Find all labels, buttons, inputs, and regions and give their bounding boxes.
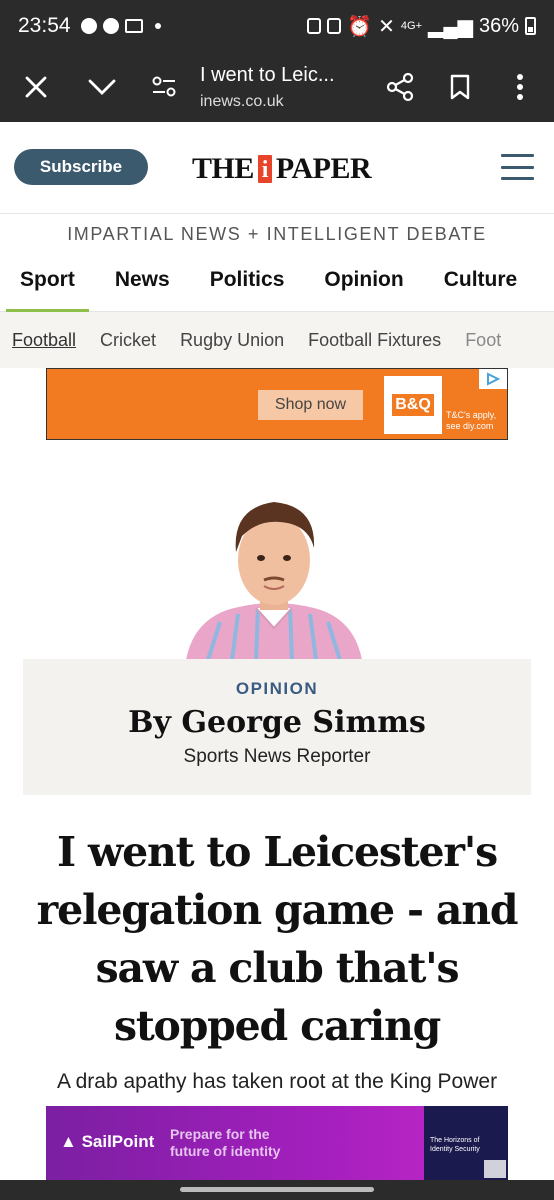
site-tagline: IMPARTIAL NEWS + INTELLIGENT DEBATE <box>67 224 487 244</box>
ad-brand-text: SailPoint <box>81 1132 155 1151</box>
menu-icon[interactable] <box>501 154 534 180</box>
status-bar: 23:54 ⏰ ✕ 4G+ ▂▄▆ 36% <box>0 0 554 52</box>
author-role: Sports News Reporter <box>183 746 371 767</box>
ad-copy-line1: Prepare for the <box>170 1126 270 1142</box>
article-headline: I went to Leicester's relegation game - … <box>20 823 534 1055</box>
adchoices-icon[interactable] <box>479 369 507 389</box>
logo-text-paper: PAPER <box>275 152 372 185</box>
advert-banner[interactable]: Shop now B&Q T&C's apply, see diy.com <box>46 368 508 440</box>
url-bar[interactable]: I went to Leic... inews.co.uk <box>194 64 370 111</box>
clock: 23:54 <box>18 14 71 37</box>
sim-icon <box>307 18 322 34</box>
nav-item-news[interactable]: News <box>115 258 170 312</box>
notification-icon <box>80 18 97 34</box>
headline-line: I went to Leicester's <box>56 828 498 876</box>
subnav-item-rugby-union[interactable]: Rugby Union <box>180 330 284 351</box>
ad-terms: T&C's apply, see diy.com <box>446 410 496 432</box>
section-label[interactable]: OPINION <box>23 679 531 699</box>
system-icons: ⏰ ✕ 4G+ ▂▄▆ 36% <box>307 14 536 39</box>
bookmark-icon[interactable] <box>430 57 490 117</box>
site-logo[interactable]: THE i PAPER <box>192 152 372 186</box>
network-type: 4G+ <box>400 20 423 32</box>
headline-line: saw a club that's <box>95 944 460 992</box>
site-settings-icon[interactable] <box>134 57 194 117</box>
nav-item-culture[interactable]: Culture <box>444 258 518 312</box>
article-standfirst: A drab apathy has taken root at the King… <box>56 1070 498 1093</box>
subnav-item-football[interactable]: Football <box>12 330 76 351</box>
notification-icons <box>80 18 161 34</box>
sub-nav: Football Cricket Rugby Union Football Fi… <box>0 312 554 368</box>
ad-copy-line2: future of identity <box>170 1143 281 1159</box>
ad-terms-line1: T&C's apply, <box>446 410 497 420</box>
ad-copy: Prepare for the future of identity <box>170 1126 280 1160</box>
system-nav-bar <box>0 1180 554 1200</box>
headline-line: relegation game - and <box>36 886 519 934</box>
battery-percent: 36% <box>478 14 519 37</box>
ad-brand-text: B&Q <box>392 394 434 416</box>
logo-i: i <box>257 155 272 183</box>
nav-item-politics[interactable]: Politics <box>210 258 285 312</box>
sailpoint-icon: ▲ <box>60 1132 77 1151</box>
ad-book-title-line2: Identity Security <box>430 1146 480 1153</box>
site-header: Subscribe THE i PAPER <box>0 122 554 214</box>
nav-item-opinion[interactable]: Opinion <box>324 258 403 312</box>
author-byline[interactable]: By George Simms <box>23 705 531 740</box>
ad-brand-logo: B&Q <box>384 376 442 434</box>
spotify-icon <box>102 18 119 34</box>
ad-book-title-line1: The Horizons of <box>430 1137 480 1144</box>
ad-terms-line2: see diy.com <box>446 421 494 431</box>
subscribe-button[interactable]: Subscribe <box>14 149 148 185</box>
adchoices-icon[interactable] <box>484 1160 506 1178</box>
headline-line: stopped caring <box>113 1002 441 1050</box>
logo-text-the: THE <box>192 152 254 185</box>
battery-icon <box>525 17 536 35</box>
nav-item-sport[interactable]: Sport <box>6 258 89 313</box>
page-host: inews.co.uk <box>200 92 284 110</box>
signal-icon: ▂▄▆ <box>428 15 473 38</box>
main-nav: Sport News Politics Opinion Culture <box>0 258 554 313</box>
more-options-icon[interactable] <box>490 57 550 117</box>
alarm-icon: ⏰ <box>347 15 373 38</box>
advert-bottom[interactable]: ▲ SailPoint Prepare for the future of id… <box>46 1106 508 1180</box>
page-title: I went to Leic... <box>200 63 335 86</box>
chevron-down-icon[interactable] <box>72 57 132 117</box>
ad-cta-button[interactable]: Shop now <box>258 390 363 420</box>
browser-toolbar: I went to Leic... inews.co.uk <box>0 52 554 122</box>
mute-icon: ✕ <box>378 15 395 38</box>
share-icon[interactable] <box>370 57 430 117</box>
ad-brand-logo: ▲ SailPoint <box>60 1132 154 1152</box>
subnav-item-football-fixtures[interactable]: Football Fixtures <box>308 330 441 351</box>
subnav-item-cricket[interactable]: Cricket <box>100 330 156 351</box>
home-gesture-bar[interactable] <box>180 1187 374 1192</box>
message-icon <box>124 19 143 33</box>
author-photo <box>186 490 362 661</box>
author-card: OPINION By George Simms Sports News Repo… <box>23 659 531 795</box>
subnav-item-overflow[interactable]: Foot <box>465 330 501 351</box>
close-icon[interactable] <box>6 57 66 117</box>
nfc-icon <box>327 18 342 34</box>
more-notifications-icon <box>154 23 161 29</box>
